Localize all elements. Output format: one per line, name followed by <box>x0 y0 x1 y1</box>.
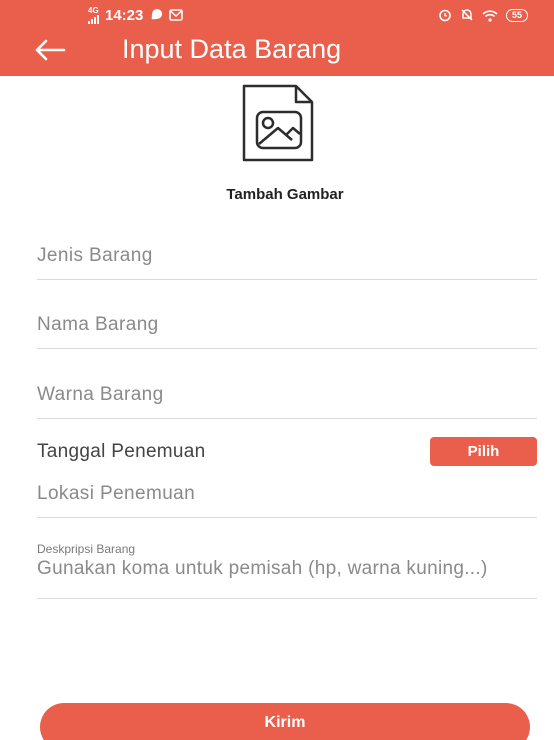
jenis-barang-input[interactable] <box>37 240 537 280</box>
status-bar-left: 4G 14:23 <box>88 4 184 26</box>
back-button[interactable] <box>30 30 70 70</box>
deskripsi-label: Deskpripsi Barang <box>37 542 136 556</box>
add-image-button[interactable] <box>238 82 318 164</box>
submit-button[interactable]: Kirim <box>40 703 530 740</box>
tanggal-penemuan-label: Tanggal Penemuan <box>37 441 206 462</box>
app-bar: 4G 14:23 55 Input Data Barang <box>0 0 554 76</box>
signal-icon: 4G <box>88 5 99 24</box>
add-image-label: Tambah Gambar <box>226 186 344 203</box>
battery-icon: 55 <box>505 8 528 22</box>
lokasi-penemuan-input[interactable] <box>37 478 537 518</box>
location-icon <box>152 8 163 20</box>
mute-icon <box>461 9 473 21</box>
warna-barang-input[interactable] <box>37 379 537 419</box>
deskripsi-input[interactable] <box>37 559 537 599</box>
page-title: Input Data Barang <box>122 34 342 64</box>
network-type: 4G <box>88 5 99 15</box>
status-bar-right: 55 <box>438 4 528 26</box>
pick-date-button[interactable]: Pilih <box>430 437 537 466</box>
arrow-left-icon <box>35 39 66 61</box>
alarm-icon <box>439 9 451 22</box>
wifi-icon <box>482 9 498 22</box>
message-icon <box>169 9 184 21</box>
nama-barang-input[interactable] <box>37 309 537 349</box>
image-file-icon <box>242 84 314 162</box>
status-time: 14:23 <box>105 6 144 24</box>
